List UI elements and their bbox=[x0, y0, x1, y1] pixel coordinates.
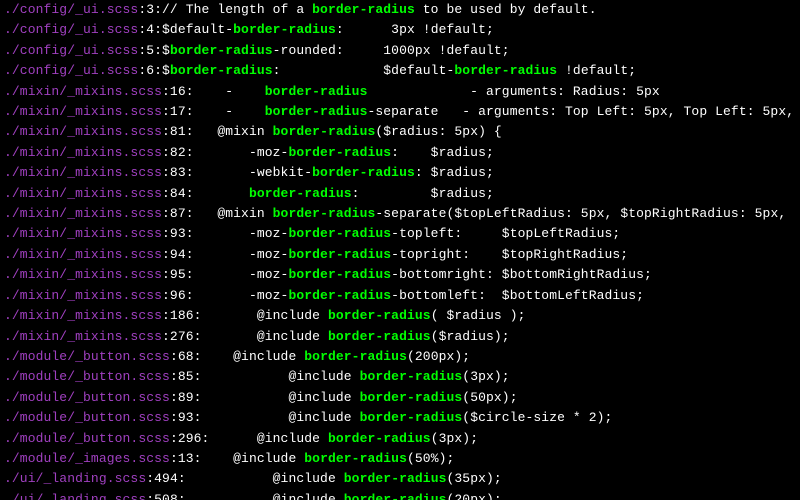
grep-match-highlight: border-radius bbox=[344, 471, 447, 486]
grep-match-highlight: border-radius bbox=[304, 451, 407, 466]
grep-match-highlight: border-radius bbox=[312, 2, 415, 17]
grep-result-line: ./module/_button.scss:296: @include bord… bbox=[4, 429, 796, 449]
grep-result-line: ./module/_images.scss:13: @include borde… bbox=[4, 449, 796, 469]
grep-match-highlight: border-radius bbox=[328, 329, 431, 344]
grep-result-line: ./config/_ui.scss:4:$default-border-radi… bbox=[4, 20, 796, 40]
grep-result-line: ./module/_button.scss:85: @include borde… bbox=[4, 367, 796, 387]
grep-result-line: ./ui/_landing.scss:494: @include border-… bbox=[4, 469, 796, 489]
grep-result-line: ./config/_ui.scss:3:// The length of a b… bbox=[4, 0, 796, 20]
grep-file-path: ./mixin/_mixins.scss bbox=[4, 226, 162, 241]
grep-match-highlight: border-radius bbox=[328, 308, 431, 323]
grep-file-path: ./module/_button.scss bbox=[4, 349, 170, 364]
grep-match-highlight: border-radius bbox=[344, 492, 447, 500]
grep-result-line: ./mixin/_mixins.scss:186: @include borde… bbox=[4, 306, 796, 326]
terminal-output: ./config/_ui.scss:3:// The length of a b… bbox=[0, 0, 800, 500]
grep-file-path: ./ui/_landing.scss bbox=[4, 492, 146, 500]
grep-file-path: ./ui/_landing.scss bbox=[4, 471, 146, 486]
grep-result-line: ./module/_button.scss:93: @include borde… bbox=[4, 408, 796, 428]
grep-result-line: ./mixin/_mixins.scss:95: -moz-border-rad… bbox=[4, 265, 796, 285]
grep-file-path: ./config/_ui.scss bbox=[4, 43, 138, 58]
grep-file-path: ./mixin/_mixins.scss bbox=[4, 267, 162, 282]
grep-file-path: ./mixin/_mixins.scss bbox=[4, 288, 162, 303]
grep-file-path: ./module/_button.scss bbox=[4, 390, 170, 405]
grep-match-highlight: border-radius bbox=[360, 390, 463, 405]
grep-match-highlight: border-radius bbox=[328, 431, 431, 446]
grep-file-path: ./module/_images.scss bbox=[4, 451, 170, 466]
grep-file-path: ./mixin/_mixins.scss bbox=[4, 308, 162, 323]
grep-result-line: ./mixin/_mixins.scss:17: - border-radius… bbox=[4, 102, 796, 122]
grep-result-line: ./ui/_landing.scss:508: @include border-… bbox=[4, 490, 796, 500]
grep-file-path: ./mixin/_mixins.scss bbox=[4, 186, 162, 201]
grep-file-path: ./mixin/_mixins.scss bbox=[4, 124, 162, 139]
grep-result-line: ./module/_button.scss:89: @include borde… bbox=[4, 388, 796, 408]
grep-file-path: ./config/_ui.scss bbox=[4, 22, 138, 37]
grep-file-path: ./mixin/_mixins.scss bbox=[4, 329, 162, 344]
grep-match-highlight: border-radius bbox=[233, 22, 336, 37]
grep-match-highlight: border-radius bbox=[273, 206, 376, 221]
grep-match-highlight: border-radius bbox=[454, 63, 557, 78]
grep-file-path: ./module/_button.scss bbox=[4, 410, 170, 425]
grep-match-highlight: border-radius bbox=[265, 104, 368, 119]
grep-match-highlight: border-radius bbox=[265, 84, 368, 99]
grep-result-line: ./config/_ui.scss:6:$border-radius: $def… bbox=[4, 61, 796, 81]
grep-file-path: ./mixin/_mixins.scss bbox=[4, 145, 162, 160]
grep-match-highlight: border-radius bbox=[170, 43, 273, 58]
grep-match-highlight: border-radius bbox=[288, 145, 391, 160]
grep-match-highlight: border-radius bbox=[170, 63, 273, 78]
grep-result-line: ./mixin/_mixins.scss:82: -moz-border-rad… bbox=[4, 143, 796, 163]
grep-match-highlight: border-radius bbox=[360, 410, 463, 425]
grep-file-path: ./mixin/_mixins.scss bbox=[4, 165, 162, 180]
grep-file-path: ./config/_ui.scss bbox=[4, 2, 138, 17]
grep-file-path: ./mixin/_mixins.scss bbox=[4, 206, 162, 221]
grep-match-highlight: border-radius bbox=[288, 288, 391, 303]
grep-result-line: ./module/_button.scss:68: @include borde… bbox=[4, 347, 796, 367]
grep-result-line: ./mixin/_mixins.scss:84: border-radius: … bbox=[4, 184, 796, 204]
grep-file-path: ./mixin/_mixins.scss bbox=[4, 84, 162, 99]
grep-result-line: ./mixin/_mixins.scss:16: - border-radius… bbox=[4, 82, 796, 102]
grep-file-path: ./mixin/_mixins.scss bbox=[4, 104, 162, 119]
grep-file-path: ./module/_button.scss bbox=[4, 369, 170, 384]
grep-match-highlight: border-radius bbox=[304, 349, 407, 364]
grep-match-highlight: border-radius bbox=[360, 369, 463, 384]
grep-result-line: ./mixin/_mixins.scss:87: @mixin border-r… bbox=[4, 204, 796, 224]
grep-result-line: ./mixin/_mixins.scss:93: -moz-border-rad… bbox=[4, 224, 796, 244]
grep-match-highlight: border-radius bbox=[288, 226, 391, 241]
grep-file-path: ./mixin/_mixins.scss bbox=[4, 247, 162, 262]
grep-match-highlight: border-radius bbox=[249, 186, 352, 201]
grep-result-line: ./config/_ui.scss:5:$border-radius-round… bbox=[4, 41, 796, 61]
grep-match-highlight: border-radius bbox=[288, 247, 391, 262]
grep-result-line: ./mixin/_mixins.scss:96: -moz-border-rad… bbox=[4, 286, 796, 306]
grep-result-line: ./mixin/_mixins.scss:81: @mixin border-r… bbox=[4, 122, 796, 142]
grep-match-highlight: border-radius bbox=[288, 267, 391, 282]
grep-result-line: ./mixin/_mixins.scss:276: @include borde… bbox=[4, 327, 796, 347]
grep-match-highlight: border-radius bbox=[312, 165, 415, 180]
grep-file-path: ./config/_ui.scss bbox=[4, 63, 138, 78]
grep-match-highlight: border-radius bbox=[273, 124, 376, 139]
grep-result-line: ./mixin/_mixins.scss:94: -moz-border-rad… bbox=[4, 245, 796, 265]
grep-file-path: ./module/_button.scss bbox=[4, 431, 170, 446]
grep-result-line: ./mixin/_mixins.scss:83: -webkit-border-… bbox=[4, 163, 796, 183]
